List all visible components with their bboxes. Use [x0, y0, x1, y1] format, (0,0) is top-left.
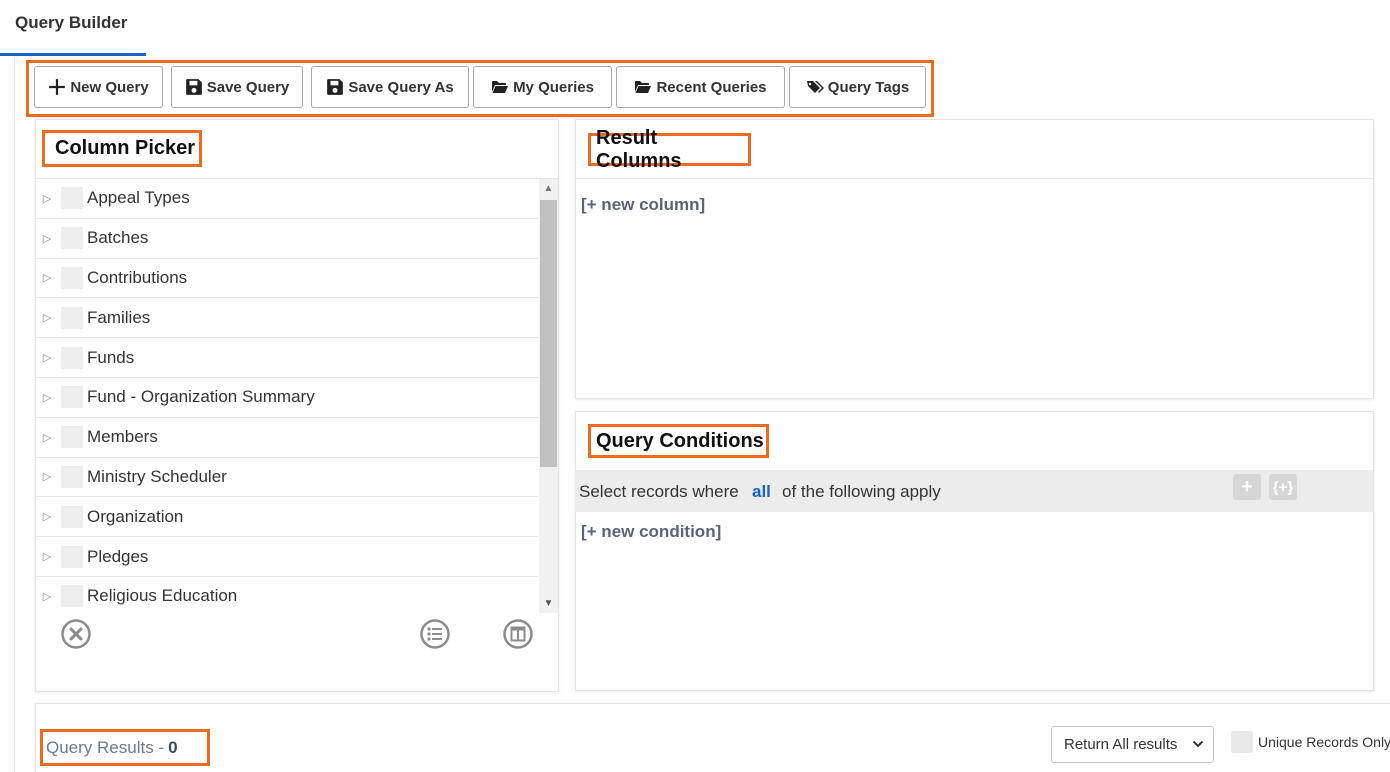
list-item[interactable]: ▷ Batches [35, 219, 538, 259]
row-checkbox[interactable] [61, 187, 83, 210]
caret-right-icon[interactable]: ▷ [35, 192, 59, 205]
chevron-down-icon [1192, 740, 1204, 748]
list-item[interactable]: ▷ Families [35, 298, 538, 339]
caret-right-icon[interactable]: ▷ [35, 431, 59, 444]
results-count: 0 [168, 737, 178, 757]
row-checkbox[interactable] [61, 227, 83, 250]
unique-records-checkbox[interactable] [1231, 731, 1253, 753]
scroll-thumb[interactable] [540, 200, 557, 467]
save-query-as-button[interactable]: Save Query As [311, 66, 469, 108]
list-item[interactable]: ▷ Members [35, 418, 538, 458]
match-mode-toggle[interactable]: all [752, 482, 771, 502]
scroll-down-arrow-icon[interactable]: ▼ [539, 598, 558, 609]
caret-right-icon[interactable]: ▷ [35, 590, 59, 603]
result-columns-title: Result Columns [588, 127, 751, 172]
row-checkbox[interactable] [61, 545, 83, 568]
row-checkbox[interactable] [61, 266, 83, 289]
list-item[interactable]: ▷ Fund - Organization Summary [35, 378, 538, 418]
row-checkbox[interactable] [61, 505, 83, 528]
new-query-button[interactable]: New Query [34, 66, 163, 108]
clear-circle-x-icon[interactable] [60, 618, 92, 650]
row-checkbox[interactable] [61, 306, 83, 329]
column-picker-list: ▷ Appeal Types ▷ Batches ▷ Contributions… [35, 179, 538, 613]
list-item[interactable]: ▷ Religious Education [35, 577, 538, 613]
tab-bar: Query Builder [0, 0, 1390, 56]
row-checkbox[interactable] [61, 386, 83, 409]
add-group-button[interactable]: {+} [1269, 474, 1297, 500]
caret-right-icon[interactable]: ▷ [35, 550, 59, 563]
caret-right-icon[interactable]: ▷ [35, 271, 59, 284]
list-item[interactable]: ▷ Appeal Types [35, 179, 538, 219]
condition-header-bar: Select records where all of the followin… [575, 470, 1373, 512]
caret-right-icon[interactable]: ▷ [35, 351, 59, 364]
folder-open-icon [635, 81, 652, 93]
list-item[interactable]: ▷ Pledges [35, 537, 538, 577]
column-picker-title: Column Picker [42, 130, 202, 167]
floppy-disk-icon [327, 79, 344, 95]
query-tags-button[interactable]: Query Tags [789, 66, 926, 108]
left-divider [14, 56, 15, 772]
add-condition-button[interactable]: + [1233, 474, 1261, 500]
row-checkbox[interactable] [61, 465, 83, 488]
recent-queries-button[interactable]: Recent Queries [616, 66, 785, 108]
list-item[interactable]: ▷ Organization [35, 497, 538, 538]
new-condition-link[interactable]: [+ new condition] [581, 522, 721, 542]
row-checkbox[interactable] [61, 426, 83, 449]
column-picker-scrollbar[interactable]: ▲ ▼ [539, 179, 558, 613]
folder-open-icon [492, 81, 509, 93]
caret-right-icon[interactable]: ▷ [35, 470, 59, 483]
unique-records-label: Unique Records Only [1258, 734, 1390, 750]
plus-icon [49, 79, 66, 95]
row-checkbox[interactable] [61, 346, 83, 369]
caret-right-icon[interactable]: ▷ [35, 391, 59, 404]
caret-right-icon[interactable]: ▷ [35, 510, 59, 523]
my-queries-button[interactable]: My Queries [473, 66, 612, 108]
scroll-up-arrow-icon[interactable]: ▲ [539, 183, 558, 194]
tab-label: Query Builder [15, 13, 128, 32]
caret-right-icon[interactable]: ▷ [35, 232, 59, 245]
list-circle-icon[interactable] [419, 618, 451, 650]
floppy-disk-icon [185, 79, 202, 95]
save-query-button[interactable]: Save Query [171, 66, 303, 108]
query-conditions-title: Query Conditions [588, 424, 769, 458]
tags-icon [806, 81, 824, 93]
layout-circle-icon[interactable] [502, 618, 534, 650]
list-item[interactable]: ▷ Contributions [35, 259, 538, 299]
return-results-select[interactable]: Return All results [1051, 726, 1214, 763]
query-results-title: Query Results - 0 [40, 729, 210, 766]
tab-query-builder[interactable]: Query Builder [0, 0, 146, 56]
new-column-link[interactable]: [+ new column] [581, 195, 705, 215]
list-item[interactable]: ▷ Ministry Scheduler [35, 458, 538, 498]
list-item[interactable]: ▷ Funds [35, 338, 538, 378]
caret-right-icon[interactable]: ▷ [35, 311, 59, 324]
row-checkbox[interactable] [61, 585, 83, 608]
